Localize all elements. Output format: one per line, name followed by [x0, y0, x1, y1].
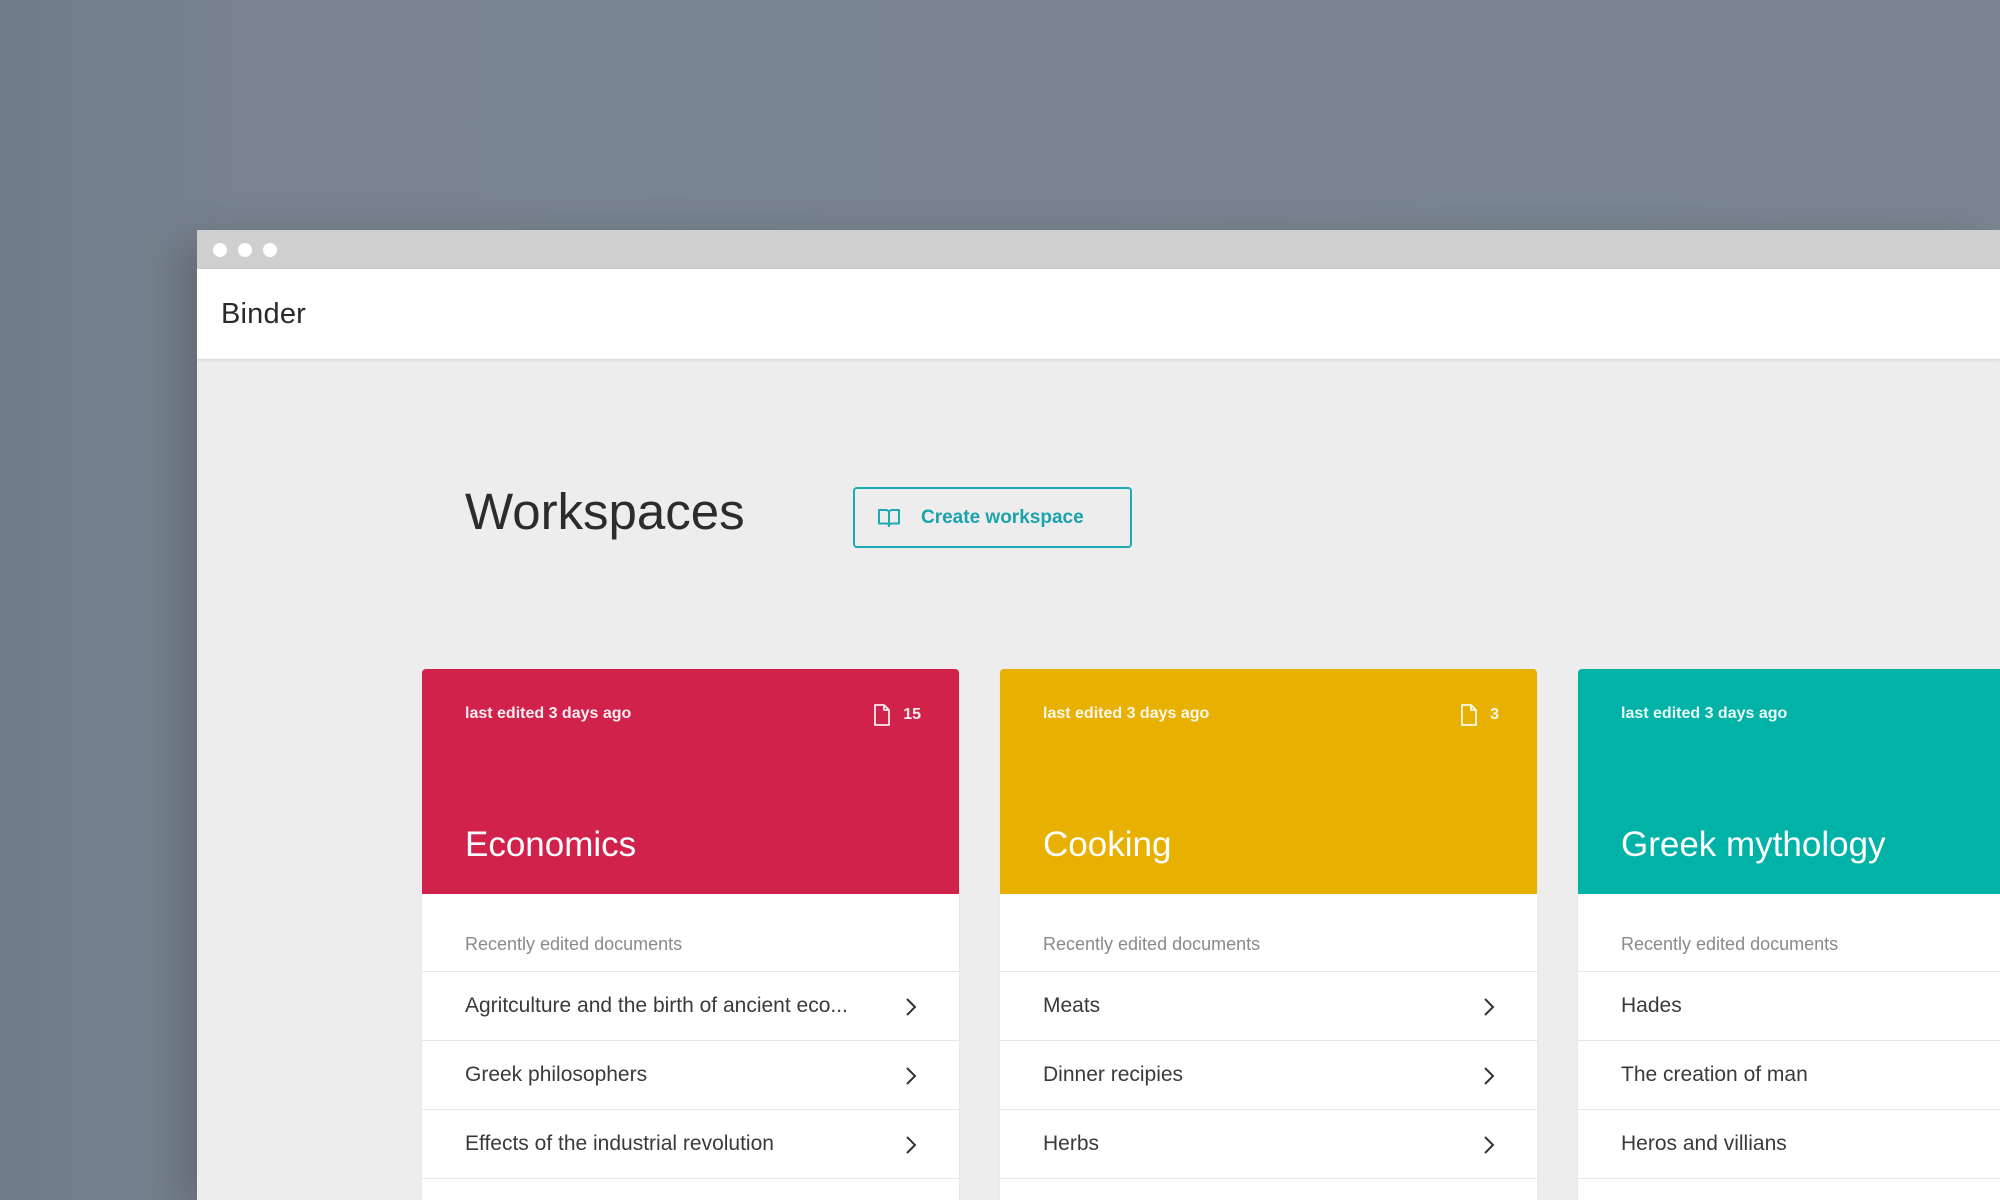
app-header: Binder — [197, 269, 2000, 359]
workspace-card-cooking[interactable]: last edited 3 days ago 3 Cooking Recentl… — [1000, 669, 1537, 1200]
window-close-dot[interactable] — [213, 243, 227, 257]
card-header[interactable]: last edited 3 days ago Greek mythology — [1578, 669, 2000, 894]
document-row[interactable]: Dinner recipies — [1000, 1041, 1537, 1110]
chevron-right-icon — [906, 1136, 917, 1154]
document-row[interactable]: Meats — [1000, 972, 1537, 1041]
document-title: Herbs — [1043, 1132, 1100, 1155]
last-edited-text: last edited 3 days ago — [1043, 705, 1210, 722]
document-count-value: 15 — [903, 706, 921, 723]
document-count-value: 3 — [1490, 706, 1499, 723]
last-edited-text: last edited 3 days ago — [1621, 705, 1788, 722]
last-edited-text: last edited 3 days ago — [465, 705, 632, 722]
document-count: 3 — [1460, 704, 1499, 726]
document-title: Heros and villians — [1621, 1132, 1787, 1155]
chevron-right-icon — [1484, 1067, 1495, 1085]
document-row[interactable]: Greek philosophers — [422, 1041, 959, 1110]
document-title: Hades — [1621, 994, 1682, 1017]
document-title: Meats — [1043, 994, 1101, 1017]
document-title: Effects of the industrial revolution — [465, 1132, 774, 1155]
chevron-right-icon — [1484, 1136, 1495, 1154]
document-title: Dinner recipies — [1043, 1063, 1184, 1086]
document-row[interactable]: Effects of the industrial revolution — [422, 1110, 959, 1179]
chevron-right-icon — [1484, 998, 1495, 1016]
document-row[interactable]: Agritculture and the birth of ancient ec… — [422, 972, 959, 1041]
window-titlebar — [197, 230, 2000, 269]
card-header[interactable]: last edited 3 days ago 15 Economics — [422, 669, 959, 894]
chevron-right-icon — [906, 1067, 917, 1085]
workspace-card-economics[interactable]: last edited 3 days ago 15 Economics Rece… — [422, 669, 959, 1200]
workspace-title: Cooking — [1043, 825, 1172, 864]
window-minimize-dot[interactable] — [238, 243, 252, 257]
document-icon — [873, 704, 891, 726]
recent-docs-label: Recently edited documents — [1578, 894, 2000, 972]
app-title[interactable]: Binder — [221, 298, 306, 331]
document-count: 15 — [873, 704, 921, 726]
workspace-title: Economics — [465, 825, 637, 864]
book-icon — [877, 506, 901, 530]
document-title: Greek philosophers — [465, 1063, 648, 1086]
chevron-right-icon — [906, 998, 917, 1016]
document-title: Agritculture and the birth of ancient ec… — [465, 994, 848, 1017]
card-header[interactable]: last edited 3 days ago 3 Cooking — [1000, 669, 1537, 894]
create-workspace-label: Create workspace — [921, 506, 1084, 528]
document-title: The creation of man — [1621, 1063, 1808, 1086]
document-row[interactable]: Herbs — [1000, 1110, 1537, 1179]
recent-docs-label: Recently edited documents — [1000, 894, 1537, 972]
page-title: Workspaces — [465, 483, 745, 540]
window-maximize-dot[interactable] — [263, 243, 277, 257]
create-workspace-button[interactable]: Create workspace — [853, 487, 1132, 548]
document-row[interactable]: Hades — [1578, 972, 2000, 1041]
document-row[interactable]: The creation of man — [1578, 1041, 2000, 1110]
workspace-card-greek-mythology[interactable]: last edited 3 days ago Greek mythology R… — [1578, 669, 2000, 1200]
document-row[interactable]: Heros and villians — [1578, 1110, 2000, 1179]
recent-docs-label: Recently edited documents — [422, 894, 959, 972]
browser-window: Binder Workspaces Create workspace last … — [197, 230, 2000, 1200]
document-icon — [1460, 704, 1478, 726]
workspace-title: Greek mythology — [1621, 825, 1886, 864]
